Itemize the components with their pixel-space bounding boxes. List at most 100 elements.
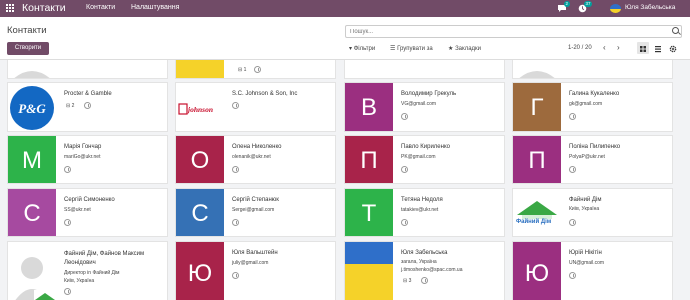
activity-clock-icon[interactable] bbox=[232, 102, 239, 109]
contact-function: Директор in Файний Дім bbox=[64, 270, 120, 276]
pager-value[interactable]: 1-20 / 20 bbox=[568, 45, 592, 51]
kanban-card[interactable]: Файний Дім Файний Дім Київ, Україна bbox=[512, 188, 673, 237]
contact-email: j.timoshenko@spac.com.ua bbox=[401, 267, 463, 273]
activity-clock-icon[interactable] bbox=[232, 272, 239, 279]
favorites-button[interactable]: ★ Закладки bbox=[448, 45, 481, 52]
activity-clock-icon[interactable] bbox=[401, 219, 408, 226]
kanban-grid: ⊟ 1 P&G Procter & Gamble ⊟ 2 johnson S.C… bbox=[0, 60, 690, 300]
activity-clock-icon[interactable] bbox=[401, 113, 408, 120]
contact-avatar: В bbox=[345, 83, 393, 131]
kanban-card[interactable]: P&G Procter & Gamble ⊟ 2 bbox=[7, 82, 168, 132]
activity-clock-icon[interactable] bbox=[569, 272, 576, 279]
contact-avatar bbox=[176, 60, 224, 78]
group-by-icon: ☰ bbox=[390, 46, 396, 52]
kanban-card[interactable]: П Павло Кириленко PK@gmail.com bbox=[344, 135, 505, 184]
group-by-button[interactable]: ☰ Групувати за bbox=[390, 45, 433, 52]
activity-clock-icon[interactable] bbox=[421, 277, 428, 284]
activity-badge: 37 bbox=[584, 1, 593, 7]
contact-email: gk@gmail.com bbox=[569, 101, 603, 107]
menu-contacts[interactable]: Контакти bbox=[86, 4, 115, 11]
pager-next-icon[interactable]: › bbox=[617, 43, 620, 52]
contact-address: загала, Україна bbox=[401, 259, 437, 265]
kanban-card[interactable]: Файний Дім, Файнов Максим Леонідович Дир… bbox=[7, 241, 168, 300]
contact-avatar: О bbox=[176, 136, 224, 183]
activity-clock-icon[interactable] bbox=[569, 166, 576, 173]
activity-clock-icon[interactable] bbox=[64, 288, 71, 295]
contact-address: Київ, Україна bbox=[64, 278, 95, 284]
activity-clock-icon[interactable] bbox=[569, 113, 576, 120]
activity-clock-icon[interactable] bbox=[232, 219, 239, 226]
contact-email: olenanik@ukr.net bbox=[232, 154, 271, 160]
scjohnson-logo: johnson bbox=[176, 83, 224, 131]
tag-count: ⊟ 1 bbox=[238, 67, 247, 73]
tag-count: ⊟ 2 bbox=[66, 103, 75, 109]
contact-name: Сергій Симоненко bbox=[64, 197, 115, 203]
kanban-card[interactable]: Ю Юля Вальштейн juliy@gmail.com bbox=[175, 241, 336, 300]
contact-name: Юля Забельська bbox=[401, 250, 448, 256]
activity-clock-icon[interactable] bbox=[64, 166, 71, 173]
tag-count: ⊟ 3 bbox=[403, 278, 412, 284]
tag-icon: ⊟ bbox=[66, 103, 71, 109]
kanban-card[interactable]: Ю Юрій Нікітін UN@gmail.com bbox=[512, 241, 673, 300]
group-by-label: Групувати за bbox=[397, 46, 433, 52]
kanban-card[interactable]: С Сергій Симоненко SS@ukr.net bbox=[7, 188, 168, 237]
menu-settings[interactable]: Налаштування bbox=[131, 4, 179, 11]
star-icon: ★ bbox=[448, 46, 454, 52]
kanban-card[interactable]: Т Тетяна Недоля tatakiev@ukr.net bbox=[344, 188, 505, 237]
faynyi-logo-text: Файний Дім bbox=[516, 219, 552, 225]
kanban-card[interactable]: М Марія Гончар mariGo@ukr.net bbox=[7, 135, 168, 184]
contact-address: Київ, Україна bbox=[569, 206, 600, 212]
search-icon[interactable] bbox=[672, 27, 679, 34]
contact-name: Сергій Степанюк bbox=[232, 197, 279, 203]
user-name[interactable]: Юля Забельська bbox=[625, 4, 675, 11]
pager-prev-icon[interactable]: ‹ bbox=[603, 43, 606, 52]
create-button[interactable]: Створити bbox=[7, 42, 49, 55]
kanban-view-icon[interactable] bbox=[637, 42, 649, 54]
activity-clock-icon[interactable] bbox=[64, 219, 71, 226]
contact-email: VG@gmail.com bbox=[401, 101, 437, 107]
kanban-card[interactable] bbox=[7, 60, 168, 79]
activity-clock-icon[interactable] bbox=[254, 66, 261, 73]
kanban-card[interactable]: В Володимир Грекуль VG@gmail.com bbox=[344, 82, 505, 132]
contact-avatar: Г bbox=[513, 83, 561, 131]
list-view-icon[interactable] bbox=[652, 42, 664, 54]
user-avatar[interactable] bbox=[610, 4, 621, 13]
tag-icon: ⊟ bbox=[403, 278, 408, 284]
tag-icon: ⊟ bbox=[238, 67, 243, 73]
kanban-card[interactable]: Г Галина Кукаленко gk@gmail.com bbox=[512, 82, 673, 132]
filter-icon: ▾ bbox=[349, 46, 353, 52]
kanban-card[interactable]: С Сергій Степанюк Sergei@gmail.com bbox=[175, 188, 336, 237]
apps-menu-icon[interactable] bbox=[6, 4, 14, 12]
kanban-card[interactable] bbox=[512, 60, 673, 79]
activity-clock-icon[interactable] bbox=[232, 166, 239, 173]
contact-avatar: Ю bbox=[176, 242, 224, 300]
app-title[interactable]: Контакти bbox=[22, 2, 66, 14]
contact-name: Тетяна Недоля bbox=[401, 197, 443, 203]
faynyi-logo: Файний Дім bbox=[513, 189, 561, 236]
contact-avatar: П bbox=[345, 136, 393, 183]
filters-button[interactable]: ▾ Фільтри bbox=[349, 45, 375, 52]
contact-avatar: Ю bbox=[513, 242, 561, 300]
search-input[interactable] bbox=[345, 25, 682, 38]
contact-avatar: М bbox=[8, 136, 56, 183]
contact-name: Юрій Нікітін bbox=[569, 250, 602, 256]
settings-gear-icon[interactable] bbox=[667, 42, 679, 54]
contact-name: Олена Николенко bbox=[232, 144, 282, 150]
activity-clock-icon[interactable] bbox=[569, 219, 576, 226]
kanban-card[interactable]: П Поліна Пилипенко PolyaP@ukr.net bbox=[512, 135, 673, 184]
control-panel: Контакти Створити ▾ Фільтри ☰ Групувати … bbox=[0, 17, 690, 60]
kanban-card[interactable] bbox=[344, 60, 505, 79]
contact-avatar bbox=[513, 60, 561, 78]
svg-text:P&G: P&G bbox=[18, 101, 46, 116]
contact-email: UN@gmail.com bbox=[569, 260, 605, 266]
activity-clock-icon[interactable] bbox=[84, 102, 91, 109]
kanban-card[interactable]: О Олена Николенко olenanik@ukr.net bbox=[175, 135, 336, 184]
kanban-card[interactable]: Юля Забельська загала, Україна j.timoshe… bbox=[344, 241, 505, 300]
contact-name: Павло Кириленко bbox=[401, 144, 450, 150]
contact-email: Sergei@gmail.com bbox=[232, 207, 275, 213]
kanban-card[interactable]: johnson S.C. Johnson & Son, Inc bbox=[175, 82, 336, 132]
page-title: Контакти bbox=[7, 25, 47, 36]
contact-email: PolyaP@ukr.net bbox=[569, 154, 605, 160]
activity-clock-icon[interactable] bbox=[401, 166, 408, 173]
kanban-card[interactable]: ⊟ 1 bbox=[175, 60, 336, 79]
